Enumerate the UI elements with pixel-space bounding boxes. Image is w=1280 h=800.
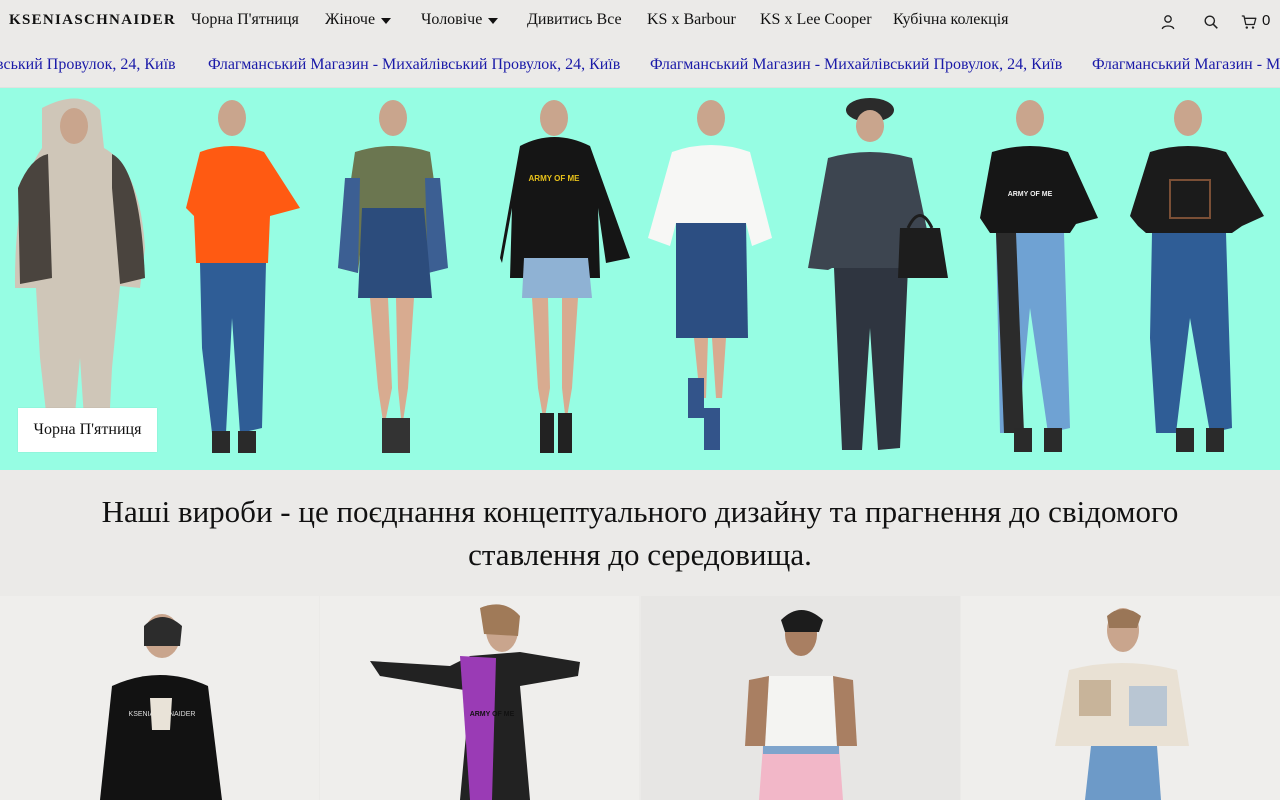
nav-item-label: Жіноче [325, 11, 376, 28]
chevron-down-icon [381, 17, 392, 24]
model-figure: ARMY OF ME [980, 100, 1098, 452]
nav-item-label: KS x Barbour [647, 11, 736, 28]
nav-item-ks-lee-cooper[interactable]: KS x Lee Cooper [760, 11, 872, 29]
nav-item-label: Чорна П'ятниця [191, 11, 299, 28]
announcement-marquee: вський Провулок, 24, Київ Флагманський М… [0, 44, 1280, 88]
hero-banner: ARMY OF ME ARMY OF ME Чорна П'ятниця [0, 88, 1280, 470]
chevron-down-icon [488, 17, 499, 24]
black-hoodie-photo: KSENIASCHNAIDER [0, 596, 319, 800]
nav-item-black-friday[interactable]: Чорна П'ятниця [191, 11, 299, 29]
nav-item-label: Чоловіче [421, 11, 483, 28]
nav-item-label: Кубічна колекція [893, 11, 1009, 28]
user-icon[interactable] [1160, 14, 1176, 30]
brand-logo[interactable]: KSENIASCHNAIDER [9, 12, 176, 29]
marquee-item[interactable]: Флагманський Магазин - Михайлівський Про… [208, 56, 620, 74]
cart-count: 0 [1262, 12, 1271, 29]
cart-icon[interactable] [1241, 14, 1257, 30]
product-card[interactable] [641, 596, 960, 800]
product-card[interactable]: KSENIASCHNAIDER [0, 596, 319, 800]
model-figure [648, 100, 772, 450]
white-tank-photo [641, 596, 960, 800]
patchwork-jacket-photo [961, 596, 1280, 800]
marquee-item[interactable]: вський Провулок, 24, Київ [0, 56, 176, 74]
site-header: KSENIASCHNAIDER Чорна П'ятниця Жіноче Чо… [0, 0, 1280, 44]
hero-print-text: ARMY OF ME [529, 174, 581, 183]
nav-item-view-all[interactable]: Дивитись Все [527, 11, 622, 29]
brand-tagline: Наші вироби - це поєднання концептуально… [0, 470, 1280, 596]
marquee-item[interactable]: Флагманський Магазин - М [1092, 56, 1280, 74]
model-figure [1130, 100, 1264, 452]
tagline-text: Наші вироби - це поєднання концептуально… [101, 494, 1179, 572]
marquee-item[interactable]: Флагманський Магазин - Михайлівський Про… [650, 56, 1062, 74]
nav-item-ks-barbour[interactable]: KS x Barbour [647, 11, 736, 29]
nav-item-cubic-collection[interactable]: Кубічна колекція [893, 11, 1009, 29]
lace-dress-photo: ARMY OF ME [320, 596, 639, 800]
hero-cta-button[interactable]: Чорна П'ятниця [18, 408, 157, 452]
nav-item-women[interactable]: Жіноче [325, 11, 392, 29]
hero-models-photo: ARMY OF ME ARMY OF ME [14, 98, 1264, 453]
nav-item-label: KS x Lee Cooper [760, 11, 872, 28]
model-figure [808, 98, 948, 450]
model-figure [14, 98, 146, 448]
model-figure: ARMY OF ME [500, 100, 630, 453]
product-grid: KSENIASCHNAIDER ARMY OF ME [0, 596, 1280, 800]
nav-item-men[interactable]: Чоловіче [421, 11, 499, 29]
product-print-text: ARMY OF ME [470, 711, 515, 718]
model-figure [338, 100, 448, 453]
hero-print-text: ARMY OF ME [1008, 191, 1053, 198]
product-card[interactable] [961, 596, 1280, 800]
model-figure [186, 100, 300, 453]
nav-item-label: Дивитись Все [527, 11, 622, 28]
search-icon[interactable] [1203, 14, 1219, 30]
product-card[interactable]: ARMY OF ME [320, 596, 639, 800]
